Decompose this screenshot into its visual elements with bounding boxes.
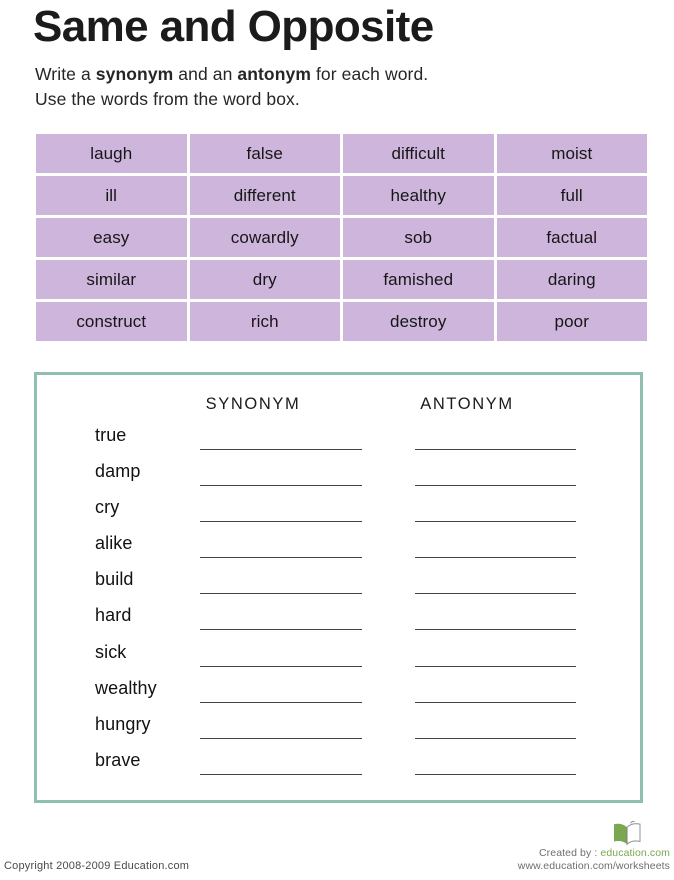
antonym-blank-line[interactable] [415, 485, 576, 487]
word-box-cell: construct [36, 302, 187, 341]
synonym-blank-line[interactable] [200, 449, 362, 450]
answer-row-word: hungry [95, 713, 151, 734]
word-box-cell: destroy [343, 302, 494, 341]
created-by-line: Created by : education.com [510, 847, 670, 860]
instruction-text-mid: and an [173, 64, 238, 84]
instruction-text-post: for each word. [311, 64, 429, 84]
word-box-cell: easy [36, 218, 187, 257]
antonym-blank-line[interactable] [415, 521, 576, 523]
answer-row: hard [37, 605, 640, 641]
synonym-blank-line[interactable] [200, 557, 362, 559]
answer-row-word: sick [95, 641, 127, 662]
instruction-keyword-synonym: synonym [95, 64, 174, 84]
answer-row-word: cry [95, 497, 120, 518]
synonym-blank-line[interactable] [200, 665, 362, 667]
antonym-blank-line[interactable] [415, 629, 576, 631]
synonym-blank-line[interactable] [200, 773, 362, 775]
column-header-synonym: SYNONYM [205, 395, 301, 413]
answer-row: wealthy [37, 678, 640, 714]
answer-row: hungry [37, 714, 640, 750]
page-title: Same and Opposite [33, 2, 434, 51]
answer-row-word: damp [95, 461, 141, 482]
instruction-text-pre: Write a [35, 64, 96, 84]
synonym-blank-line[interactable] [200, 737, 362, 739]
answer-row: brave [37, 750, 640, 786]
answer-row: build [37, 569, 640, 605]
word-box-cell: famished [343, 260, 494, 299]
antonym-blank-line[interactable] [415, 593, 576, 595]
column-header-antonym: ANTONYM [420, 395, 514, 413]
instructions: Write a synonym and an antonym for each … [35, 62, 428, 112]
word-box-cell: ill [36, 176, 187, 215]
word-box-cell: rich [189, 302, 340, 341]
word-box-cell: full [496, 176, 647, 215]
created-by-brand: education.com [600, 847, 670, 859]
antonym-blank-line[interactable] [415, 557, 576, 559]
answer-row: damp [37, 461, 640, 497]
instruction-keyword-antonym: antonym [237, 64, 311, 84]
word-box-cell: daring [496, 260, 647, 299]
answer-row: sick [37, 642, 640, 678]
instruction-line-2: Use the words from the word box. [35, 89, 300, 109]
answer-row-word: alike [95, 533, 133, 554]
answer-row: true [37, 425, 640, 461]
word-box-cell: dry [189, 260, 340, 299]
antonym-blank-line[interactable] [415, 449, 576, 450]
created-by-prefix: Created by : [538, 847, 601, 859]
answer-row-word: wealthy [95, 677, 157, 698]
word-box-grid: laugh false difficult moist ill different heal… [36, 134, 647, 341]
copyright-notice: Copyright 2008-2009 Education.com [4, 860, 190, 872]
antonym-blank-line[interactable] [415, 701, 576, 703]
answer-row: alike [37, 533, 640, 569]
word-box-cell: similar [36, 260, 187, 299]
synonym-blank-line[interactable] [200, 485, 362, 487]
answer-row-word: brave [95, 749, 141, 770]
synonym-blank-line[interactable] [200, 521, 362, 523]
word-box-cell: moist [496, 134, 647, 173]
answer-panel: SYNONYM ANTONYM true damp cry alike build har… [34, 372, 643, 803]
answer-rows: true damp cry alike build hard sick wealthy hung… [37, 425, 640, 786]
synonym-blank-line[interactable] [200, 701, 362, 703]
word-box-cell: false [189, 134, 340, 173]
antonym-blank-line[interactable] [415, 665, 576, 667]
answer-row-word: build [95, 569, 134, 590]
word-box-cell: cowardly [189, 218, 340, 257]
answer-row-word: hard [95, 605, 132, 626]
answer-row-word: true [95, 425, 127, 445]
instruction-line-1: Write a synonym and an antonym for each … [35, 62, 428, 87]
word-box-cell: different [189, 176, 340, 215]
synonym-blank-line[interactable] [200, 593, 362, 595]
answer-row: cry [37, 497, 640, 533]
open-book-logo-icon [614, 820, 641, 846]
website-url: www.education.com/worksheets [517, 859, 670, 872]
word-box-cell: poor [496, 302, 647, 341]
word-box-cell: factual [496, 218, 647, 257]
antonym-blank-line[interactable] [415, 773, 576, 775]
footer-credit: Created by : education.com www.education… [510, 820, 670, 872]
word-box-cell: healthy [343, 176, 494, 215]
antonym-blank-line[interactable] [415, 737, 576, 739]
word-box-cell: laugh [36, 134, 187, 173]
word-box-cell: difficult [343, 134, 494, 173]
word-box-cell: sob [343, 218, 494, 257]
synonym-blank-line[interactable] [200, 629, 362, 631]
